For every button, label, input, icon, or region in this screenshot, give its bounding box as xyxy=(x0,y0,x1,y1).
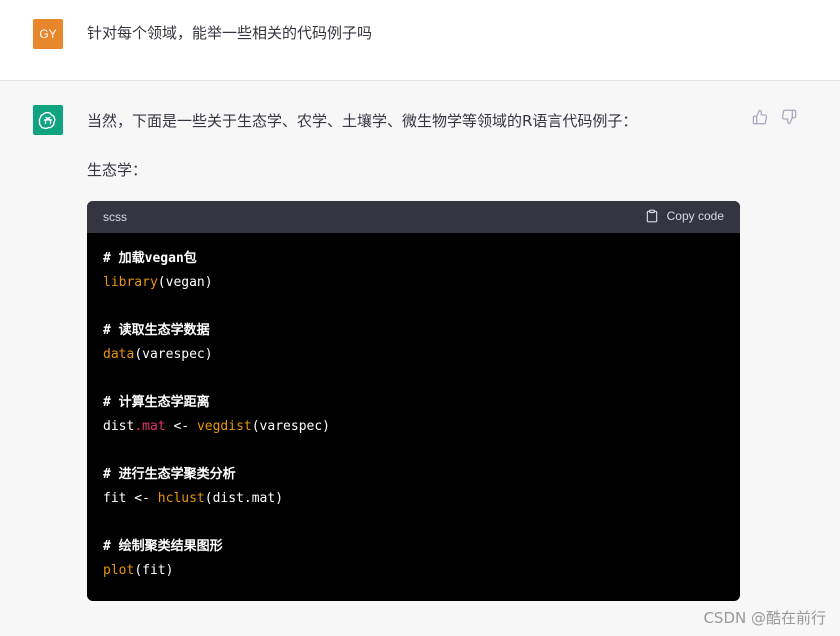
code-line: library(vegan) xyxy=(103,271,724,295)
code-arguments: (varespec) xyxy=(134,347,213,362)
code-comment: # 计算生态学距离 xyxy=(103,395,210,410)
user-message-text: 针对每个领域，能举一些相关的代码例子吗 xyxy=(87,24,373,42)
thumbs-up-icon[interactable] xyxy=(752,109,768,125)
user-message-row: GY 针对每个领域，能举一些相关的代码例子吗 xyxy=(0,0,840,81)
openai-logo-icon xyxy=(33,105,63,135)
code-property: .mat xyxy=(134,419,166,434)
thumbs-down-icon[interactable] xyxy=(781,109,797,125)
copy-code-button[interactable]: Copy code xyxy=(645,208,724,224)
code-comment: # 读取生态学数据 xyxy=(103,323,210,338)
code-line: dist.mat <- vegdist(varespec) xyxy=(103,415,724,439)
code-line: plot(fit) xyxy=(103,559,724,583)
code-line: # 进行生态学聚类分析 xyxy=(103,463,724,487)
code-comment: # 绘制聚类结果图形 xyxy=(103,539,223,554)
code-arguments: (fit) xyxy=(134,563,174,578)
assistant-intro-text: 当然，下面是一些关于生态学、农学、土壤学、微生物学等领域的R语言代码例子： xyxy=(87,112,638,130)
code-function: vegdist xyxy=(196,419,252,434)
code-function: data xyxy=(103,347,135,362)
code-function: hclust xyxy=(157,491,205,506)
code-line: # 加载vegan包 xyxy=(103,247,724,271)
code-text: fit <- xyxy=(103,491,158,506)
code-line: # 计算生态学距离 xyxy=(103,391,724,415)
code-language-label: scss xyxy=(103,210,127,224)
user-avatar: GY xyxy=(33,19,63,49)
code-comment: # 进行生态学聚类分析 xyxy=(103,467,236,482)
copy-code-label: Copy code xyxy=(666,209,724,223)
code-operator: <- xyxy=(165,419,197,434)
code-comment: # 加载vegan包 xyxy=(103,251,197,266)
code-arguments: (varespec) xyxy=(251,419,331,434)
code-arguments: (vegan) xyxy=(157,275,213,290)
code-function: library xyxy=(103,275,158,290)
code-line: fit <- hclust(dist.mat) xyxy=(103,487,724,511)
assistant-message-row: 当然，下面是一些关于生态学、农学、土壤学、微生物学等领域的R语言代码例子： 生态… xyxy=(0,81,840,636)
clipboard-icon xyxy=(646,209,657,223)
code-arguments: (dist.mat) xyxy=(204,491,284,506)
code-line: data(varespec) xyxy=(103,343,724,367)
code-text: dist xyxy=(103,419,135,434)
code-block: scss Copy code # 加载vegan包 library(vegan) #… xyxy=(87,201,740,601)
code-content: # 加载vegan包 library(vegan) # 读取生态学数据 data(va… xyxy=(87,233,740,583)
code-function: plot xyxy=(103,563,135,578)
code-line: # 读取生态学数据 xyxy=(103,319,724,343)
watermark: CSDN @酷在前行 xyxy=(703,609,826,627)
section-title: 生态学： xyxy=(87,161,148,179)
code-line: # 绘制聚类结果图形 xyxy=(103,535,724,559)
code-block-header: scss Copy code xyxy=(87,201,740,233)
